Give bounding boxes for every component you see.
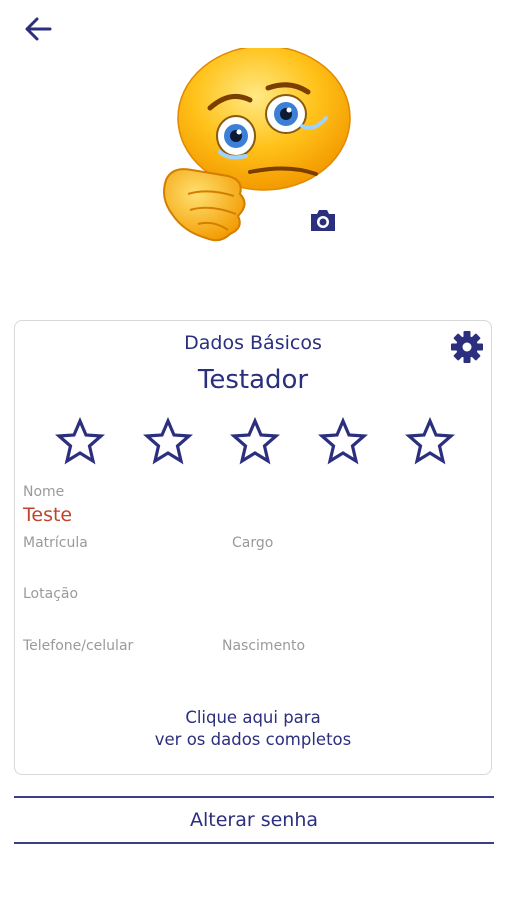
role-label: Cargo (232, 535, 274, 551)
phone-label: Telefone/celular (23, 638, 134, 654)
star-outline-icon[interactable] (317, 417, 368, 467)
full-details-link-line2: ver os dados completos (154, 730, 352, 749)
star-outline-icon[interactable] (230, 417, 280, 467)
back-button[interactable] (20, 12, 56, 48)
birthdate-label: Nascimento (222, 638, 306, 654)
change-password-label: Alterar senha (189, 809, 319, 831)
registration-label: Matrícula (23, 535, 88, 551)
star-outline-icon[interactable] (55, 417, 105, 467)
change-password-button[interactable]: Alterar senha (14, 796, 494, 844)
name-label: Nome (23, 484, 65, 500)
settings-button[interactable] (449, 329, 485, 365)
star-outline-icon[interactable] (142, 417, 193, 467)
full-details-link[interactable]: Clique aqui para ver os dados completos (15, 707, 491, 751)
basic-data-card: Dados Básicos Testador Nome Teste Matríc… (14, 320, 492, 775)
camera-icon (311, 210, 335, 231)
gear-icon (451, 331, 483, 363)
arrow-left-icon (25, 17, 52, 41)
full-details-link-line1: Clique aqui para (185, 708, 321, 727)
star-rating[interactable] (55, 417, 455, 467)
name-value: Teste (23, 504, 73, 526)
card-title: Dados Básicos (184, 332, 322, 354)
department-label: Lotação (23, 586, 79, 602)
star-outline-icon[interactable] (405, 417, 455, 467)
user-name: Testador (197, 365, 309, 395)
camera-button[interactable] (308, 206, 338, 234)
